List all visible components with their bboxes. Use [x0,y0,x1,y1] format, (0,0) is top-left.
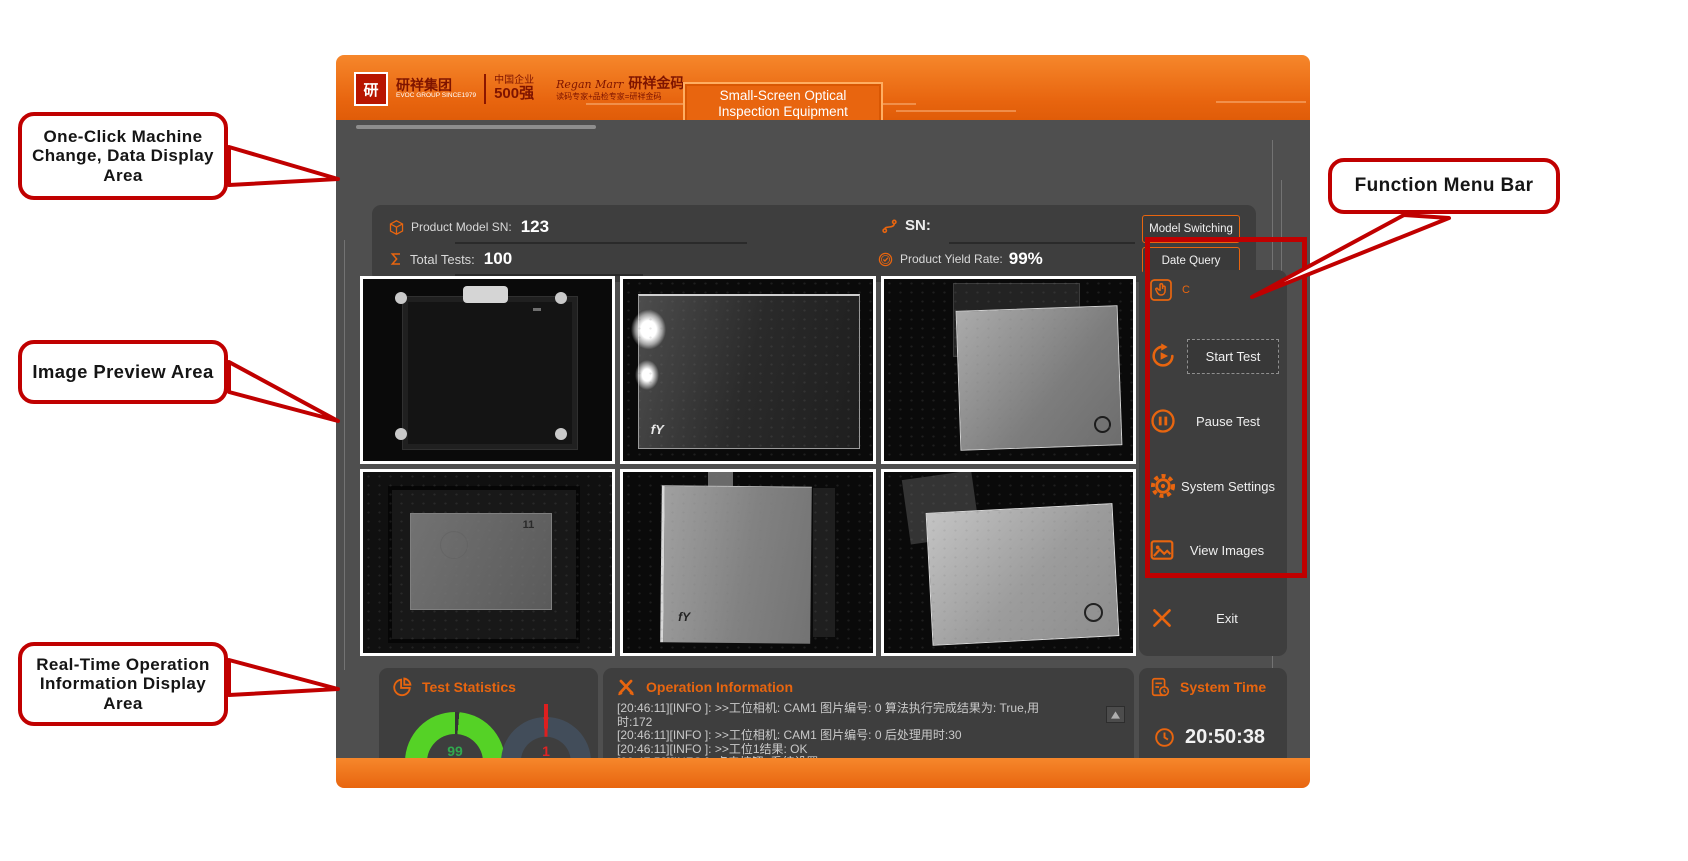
callout-image-preview-area: Image Preview Area [18,340,228,404]
callout-function-menu-bar: Function Menu Bar [1328,158,1560,214]
callout-data-display-area: One-Click Machine Change, Data Display A… [18,112,228,200]
callout-realtime-info-area: Real-Time Operation Information Display … [18,642,228,726]
callout-pointer-arrows [0,0,1688,861]
